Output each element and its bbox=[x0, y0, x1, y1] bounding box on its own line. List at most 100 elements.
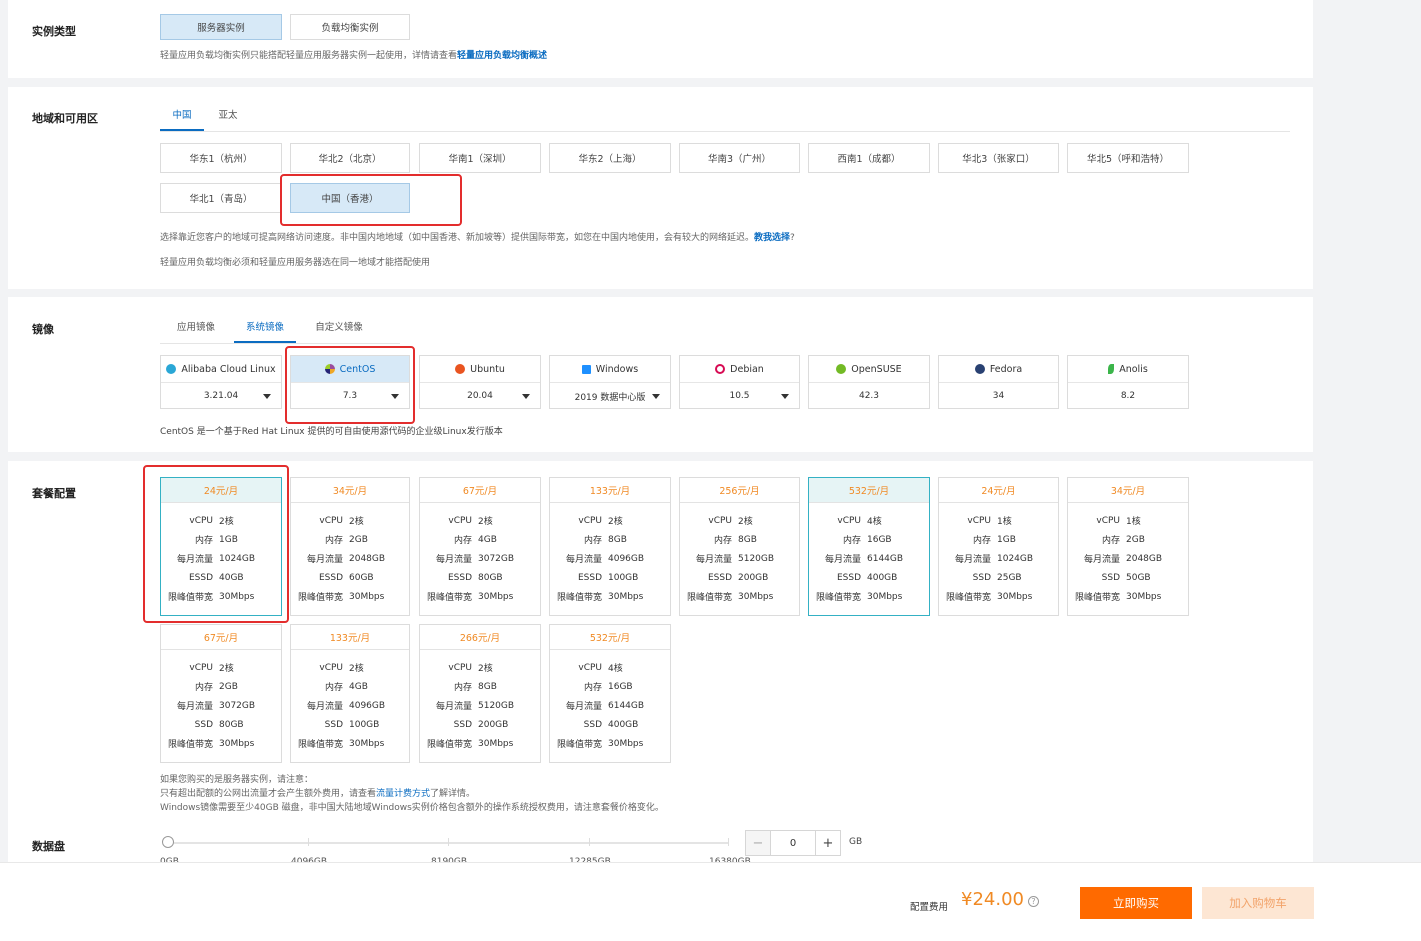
plan-cpu-label: vCPU bbox=[967, 515, 991, 526]
plan-card[interactable]: 532元/月 vCPU 4核 内存 16GB 每月流量 6144GB SSD 400GB 限峰值带… bbox=[549, 624, 671, 763]
plan-traffic-label: 每月流量 bbox=[695, 555, 732, 565]
plan-traffic-row: 每月流量 6144GB bbox=[809, 549, 929, 568]
plan-price: 532元/月 bbox=[550, 625, 670, 650]
region-chengdu[interactable]: 西南1（成都） bbox=[808, 143, 930, 173]
plan-bandwidth-value: 30Mbps bbox=[349, 738, 385, 749]
plan-disk-label: ESSD bbox=[318, 572, 343, 583]
plan-bandwidth-row: 限峰值带宽 30Mbps bbox=[161, 587, 281, 606]
tab-custom-image[interactable]: 自定义镜像 bbox=[304, 319, 374, 343]
instance-type-server[interactable]: 服务器实例 bbox=[160, 14, 282, 40]
question-icon[interactable]: ? bbox=[1028, 896, 1039, 907]
plan-bandwidth-label: 限峰值带宽 bbox=[167, 740, 213, 750]
image-version-select[interactable]: 7.3 bbox=[291, 383, 409, 409]
stepper-minus-button[interactable]: − bbox=[746, 831, 771, 855]
plan-cpu-value: 1核 bbox=[1126, 517, 1141, 527]
plan-cpu-value: 2核 bbox=[738, 517, 753, 527]
plan-memory-row: 内存 2GB bbox=[161, 677, 281, 696]
plan-memory-value: 8GB bbox=[478, 681, 497, 692]
caret-down-icon bbox=[522, 394, 530, 399]
plan-cpu-value: 4核 bbox=[608, 664, 623, 674]
plan-card[interactable]: 133元/月 vCPU 2核 内存 4GB 每月流量 4096GB SSD 100GB 限峰值带宽… bbox=[290, 624, 410, 763]
image-version-display: 8.2 bbox=[1068, 383, 1188, 409]
plan-card[interactable]: 34元/月 vCPU 2核 内存 2GB 每月流量 2048GB ESSD 60GB 限峰值带宽 3… bbox=[290, 477, 410, 616]
tab-china[interactable]: 中国 bbox=[160, 107, 204, 131]
image-version-select[interactable]: 2019 数据中心版 bbox=[550, 383, 670, 409]
image-card-ubuntu[interactable]: Ubuntu 20.04 bbox=[419, 355, 541, 409]
region-hongkong[interactable]: 中国（香港） bbox=[290, 183, 410, 213]
tab-apac[interactable]: 亚太 bbox=[206, 107, 250, 131]
plan-bandwidth-value: 30Mbps bbox=[867, 591, 903, 602]
plan-cpu-row: vCPU 2核 bbox=[291, 658, 409, 677]
data-disk-size-input[interactable]: 0 bbox=[771, 831, 815, 855]
caret-down-icon bbox=[652, 394, 660, 399]
plan-card[interactable]: 24元/月 vCPU 1核 内存 1GB 每月流量 1024GB SSD 25GB 限峰值带宽 30… bbox=[938, 477, 1059, 616]
plan-traffic-label: 每月流量 bbox=[435, 702, 472, 712]
region-zhangjiakou[interactable]: 华北3（张家口） bbox=[938, 143, 1059, 173]
plan-bandwidth-value: 30Mbps bbox=[738, 591, 774, 602]
plan-card[interactable]: 67元/月 vCPU 2核 内存 2GB 每月流量 3072GB SSD 80GB 限峰值带宽 30… bbox=[160, 624, 282, 763]
plan-card[interactable]: 256元/月 vCPU 2核 内存 8GB 每月流量 5120GB ESSD 200GB 限峰值带… bbox=[679, 477, 800, 616]
anolis-icon bbox=[1108, 364, 1115, 374]
plan-traffic-label: 每月流量 bbox=[306, 555, 343, 565]
region-hohhot[interactable]: 华北5（呼和浩特） bbox=[1067, 143, 1189, 173]
plan-traffic-value: 6144GB bbox=[608, 700, 645, 711]
plan-traffic-value: 4096GB bbox=[608, 553, 645, 564]
buy-now-button[interactable]: 立即购买 bbox=[1080, 887, 1192, 919]
plan-cpu-label: vCPU bbox=[189, 662, 213, 673]
plan-memory-value: 2GB bbox=[349, 534, 368, 545]
image-card-windows[interactable]: Windows 2019 数据中心版 bbox=[549, 355, 671, 409]
plan-disk-value: 200GB bbox=[738, 572, 769, 583]
data-disk-slider-handle[interactable] bbox=[162, 836, 174, 848]
plan-price: 133元/月 bbox=[550, 478, 670, 503]
image-name: Debian bbox=[730, 363, 764, 375]
plan-note-2: 只有超出配额的公网出流量才会产生额外费用，请查看流量计费方式了解详情。 bbox=[160, 786, 475, 799]
instance-type-slb[interactable]: 负载均衡实例 bbox=[290, 14, 410, 40]
fee-label: 配置费用 bbox=[910, 902, 949, 913]
help-me-choose-link[interactable]: 教我选择 bbox=[754, 233, 790, 243]
plan-card[interactable]: 133元/月 vCPU 2核 内存 8GB 每月流量 4096GB ESSD 100GB 限峰值带… bbox=[549, 477, 671, 616]
tab-app-image[interactable]: 应用镜像 bbox=[166, 319, 226, 343]
plan-traffic-row: 每月流量 3072GB bbox=[420, 549, 540, 568]
instance-type-title: 实例类型 bbox=[32, 25, 76, 38]
plan-memory-label: 内存 bbox=[842, 536, 861, 546]
traffic-billing-link[interactable]: 流量计费方式 bbox=[376, 789, 430, 799]
image-version-select[interactable]: 3.21.04 bbox=[161, 383, 281, 409]
plan-card[interactable]: 532元/月 vCPU 4核 内存 16GB 每月流量 6144GB ESSD 400GB 限峰值… bbox=[808, 477, 930, 616]
slb-overview-link[interactable]: 轻量应用负载均衡概述 bbox=[457, 51, 547, 61]
plan-card[interactable]: 24元/月 vCPU 2核 内存 1GB 每月流量 1024GB ESSD 40GB 限峰值带宽 3… bbox=[160, 477, 282, 616]
region-hangzhou[interactable]: 华东1（杭州） bbox=[160, 143, 282, 173]
region-hint-2: 轻量应用负载均衡必须和轻量应用服务器选在同一地域才能搭配使用 bbox=[160, 258, 431, 268]
plan-card[interactable]: 266元/月 vCPU 2核 内存 8GB 每月流量 5120GB SSD 200GB 限峰值带宽… bbox=[419, 624, 541, 763]
tab-system-image[interactable]: 系统镜像 bbox=[234, 319, 296, 343]
image-tabs: 应用镜像 系统镜像 自定义镜像 bbox=[160, 319, 400, 344]
region-guangzhou[interactable]: 华南3（广州） bbox=[679, 143, 800, 173]
plan-disk-row: ESSD 400GB bbox=[809, 568, 929, 587]
image-version-select[interactable]: 20.04 bbox=[420, 383, 540, 409]
plan-traffic-row: 每月流量 6144GB bbox=[550, 696, 670, 715]
region-shenzhen[interactable]: 华南1（深圳） bbox=[419, 143, 541, 173]
image-card-anolis[interactable]: Anolis 8.2 bbox=[1067, 355, 1189, 409]
image-card-debian[interactable]: Debian 10.5 bbox=[679, 355, 800, 409]
image-card-alibaba-cloud-linux[interactable]: Alibaba Cloud Linux 3.21.04 bbox=[160, 355, 282, 409]
plan-disk-row: ESSD 80GB bbox=[420, 568, 540, 587]
region-beijing[interactable]: 华北2（北京） bbox=[290, 143, 410, 173]
plan-card[interactable]: 67元/月 vCPU 2核 内存 4GB 每月流量 3072GB ESSD 80GB 限峰值带宽 3… bbox=[419, 477, 541, 616]
plan-traffic-label: 每月流量 bbox=[306, 702, 343, 712]
image-card-fedora[interactable]: Fedora 34 bbox=[938, 355, 1059, 409]
plan-bandwidth-row: 限峰值带宽 30Mbps bbox=[809, 587, 929, 606]
region-shanghai[interactable]: 华东2（上海） bbox=[549, 143, 671, 173]
image-card-centos[interactable]: CentOS 7.3 bbox=[290, 355, 410, 409]
plan-traffic-label: 每月流量 bbox=[565, 702, 602, 712]
plan-traffic-label: 每月流量 bbox=[1083, 555, 1120, 565]
image-version-select[interactable]: 10.5 bbox=[680, 383, 799, 409]
plan-disk-value: 200GB bbox=[478, 719, 509, 730]
image-card-opensuse[interactable]: OpenSUSE 42.3 bbox=[808, 355, 930, 409]
slider-tick-mark bbox=[589, 838, 590, 846]
add-to-cart-button[interactable]: 加入购物车 bbox=[1202, 887, 1314, 919]
plan-card[interactable]: 34元/月 vCPU 1核 内存 2GB 每月流量 2048GB SSD 50GB 限峰值带宽 30… bbox=[1067, 477, 1189, 616]
stepper-plus-button[interactable]: + bbox=[815, 831, 840, 855]
plan-traffic-value: 2048GB bbox=[349, 553, 386, 564]
plan-cpu-row: vCPU 1核 bbox=[1068, 511, 1188, 530]
plan-cpu-value: 1核 bbox=[997, 517, 1012, 527]
region-qingdao[interactable]: 华北1（青岛） bbox=[160, 183, 282, 213]
